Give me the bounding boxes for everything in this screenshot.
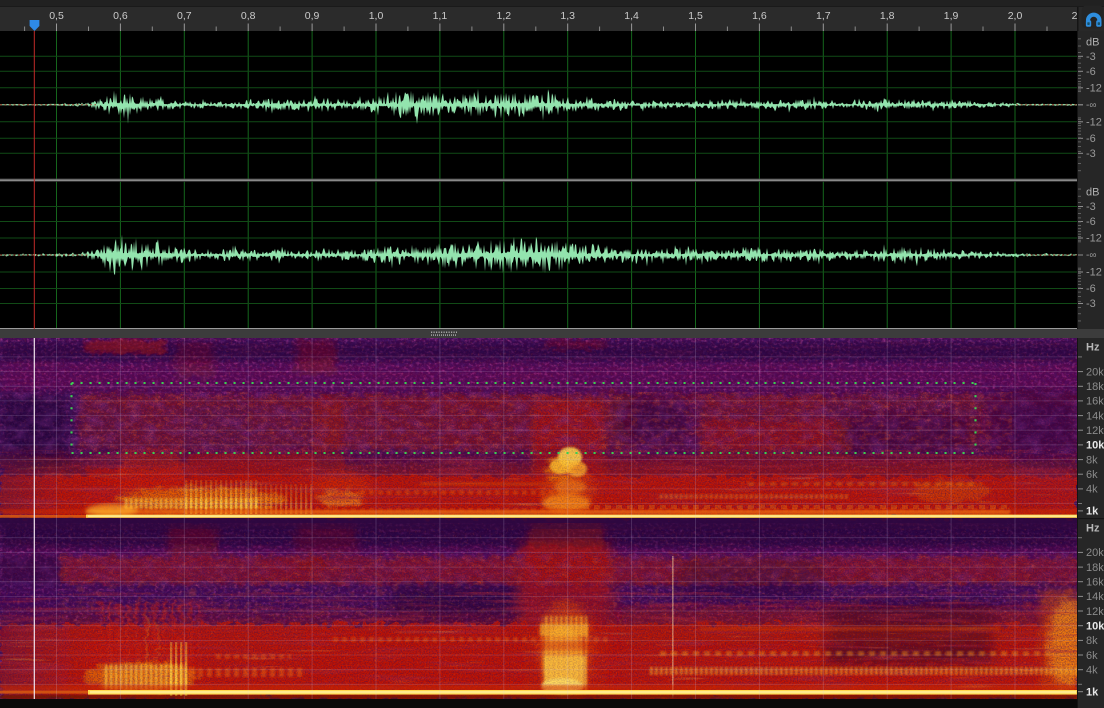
svg-text:1,8: 1,8: [880, 10, 895, 22]
svg-text:18k: 18k: [1086, 381, 1104, 393]
svg-text:12k: 12k: [1086, 425, 1104, 437]
svg-text:10k: 10k: [1086, 621, 1104, 633]
svg-text:20k: 20k: [1086, 366, 1104, 378]
svg-text:1,2: 1,2: [496, 10, 511, 22]
svg-text:0,5: 0,5: [49, 10, 64, 22]
svg-text:4k: 4k: [1086, 665, 1098, 677]
svg-text:0,6: 0,6: [113, 10, 128, 22]
svg-text:14k: 14k: [1086, 410, 1104, 422]
svg-text:-∞: -∞: [1086, 250, 1096, 261]
svg-text:-3: -3: [1086, 201, 1096, 213]
svg-text:Hz: Hz: [1086, 523, 1100, 535]
svg-text:6k: 6k: [1086, 469, 1098, 481]
svg-text:dB: dB: [1086, 37, 1099, 49]
svg-text:-∞: -∞: [1086, 100, 1096, 111]
svg-text:Hz: Hz: [1086, 342, 1100, 354]
svg-text:1,4: 1,4: [624, 10, 639, 22]
svg-text:-6: -6: [1086, 133, 1096, 145]
svg-text:0,9: 0,9: [305, 10, 320, 22]
svg-text:-3: -3: [1086, 51, 1096, 63]
svg-text:-12: -12: [1086, 116, 1102, 128]
svg-text:16k: 16k: [1086, 396, 1104, 408]
svg-text:-6: -6: [1086, 216, 1096, 228]
svg-text:0,8: 0,8: [241, 10, 256, 22]
svg-text:dB: dB: [1086, 187, 1099, 199]
svg-text:-3: -3: [1086, 148, 1096, 160]
svg-text:8k: 8k: [1086, 635, 1098, 647]
svg-text:1,9: 1,9: [944, 10, 959, 22]
svg-text:-6: -6: [1086, 66, 1096, 78]
svg-text:-12: -12: [1086, 82, 1102, 94]
svg-text:20k: 20k: [1086, 547, 1104, 559]
svg-text:0,7: 0,7: [177, 10, 192, 22]
svg-text:6k: 6k: [1086, 650, 1098, 662]
svg-text:-12: -12: [1086, 233, 1102, 245]
svg-text:1,0: 1,0: [369, 10, 384, 22]
svg-text:1,3: 1,3: [560, 10, 575, 22]
svg-text:8k: 8k: [1086, 454, 1098, 466]
svg-text:10k: 10k: [1086, 440, 1104, 452]
svg-text:14k: 14k: [1086, 591, 1104, 603]
svg-text:1,7: 1,7: [816, 10, 831, 22]
svg-text:1k: 1k: [1086, 687, 1099, 699]
svg-text:12k: 12k: [1086, 606, 1104, 618]
svg-text:2,0: 2,0: [1008, 10, 1023, 22]
svg-text:16k: 16k: [1086, 577, 1104, 589]
svg-text:18k: 18k: [1086, 562, 1104, 574]
svg-text:-3: -3: [1086, 298, 1096, 310]
svg-text:1,5: 1,5: [688, 10, 703, 22]
svg-text:-12: -12: [1086, 267, 1102, 279]
svg-text:1,1: 1,1: [433, 10, 448, 22]
svg-text:-6: -6: [1086, 283, 1096, 295]
svg-text:1,6: 1,6: [752, 10, 767, 22]
svg-text:4k: 4k: [1086, 484, 1098, 496]
svg-text:1k: 1k: [1086, 506, 1099, 518]
